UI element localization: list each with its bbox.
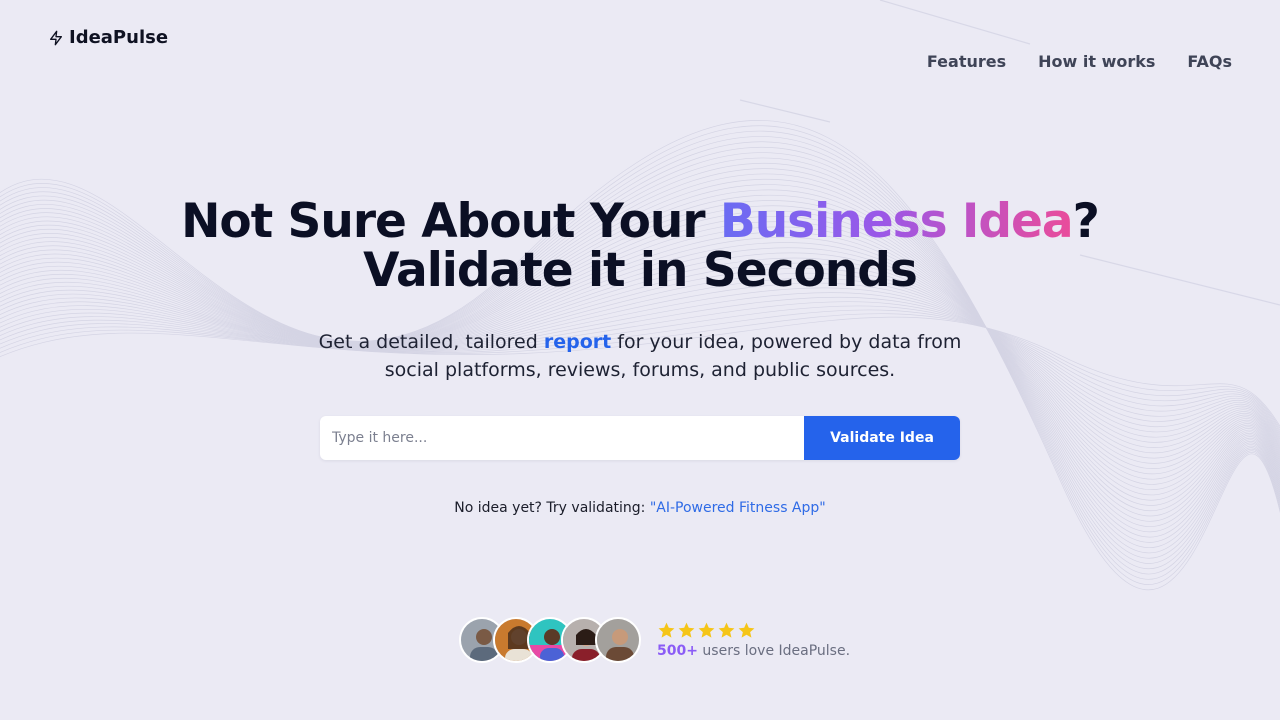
rating-block: 500+ users love IdeaPulse. xyxy=(657,621,850,659)
users-love-text: 500+ users love IdeaPulse. xyxy=(657,643,850,659)
avatar xyxy=(595,617,641,663)
star-rating xyxy=(657,621,850,640)
idea-search-bar: Validate Idea xyxy=(320,416,960,460)
hero-subtitle: Get a detailed, tailored report for your… xyxy=(0,328,1280,384)
subtitle-text: Get a detailed, tailored xyxy=(318,331,544,353)
subtitle-text-cont: for your idea, powered by data from xyxy=(611,331,962,353)
user-avatars xyxy=(459,617,641,663)
wave-line xyxy=(0,272,1280,450)
validate-idea-button[interactable]: Validate Idea xyxy=(804,416,960,460)
wave-line xyxy=(0,267,1280,452)
suggestion-link[interactable]: "AI-Powered Fitness App" xyxy=(650,500,826,516)
nav-faqs-link[interactable]: FAQs xyxy=(1187,52,1232,71)
star-icon xyxy=(658,622,675,638)
star-icon xyxy=(718,622,735,638)
social-proof: 500+ users love IdeaPulse. xyxy=(459,617,850,663)
suggestion-text: No idea yet? Try validating: "AI-Powered… xyxy=(0,500,1280,516)
wave-line xyxy=(0,287,1280,443)
top-nav: Features How it works FAQs xyxy=(927,52,1232,71)
bolt-icon xyxy=(48,30,64,46)
hero-title-question-mark: ? xyxy=(1072,194,1100,249)
users-love-label: users love IdeaPulse. xyxy=(697,643,851,659)
nav-features-link[interactable]: Features xyxy=(927,52,1006,71)
user-count: 500+ xyxy=(657,643,698,659)
hero-title-line2: Validate it in Seconds xyxy=(363,243,918,298)
suggestion-prefix: No idea yet? Try validating: xyxy=(454,500,650,516)
wave-line xyxy=(0,277,1280,447)
subtitle-line2: social platforms, reviews, forums, and p… xyxy=(384,359,896,381)
hero-title-text: Not Sure About Your xyxy=(181,194,720,249)
star-icon xyxy=(738,622,755,638)
hero-title: Not Sure About Your Business Idea? Valid… xyxy=(0,197,1280,295)
star-icon xyxy=(678,622,695,638)
hero-title-highlight: Business Idea xyxy=(719,194,1074,249)
idea-input[interactable] xyxy=(320,416,804,460)
nav-how-it-works-link[interactable]: How it works xyxy=(1038,52,1155,71)
hero-title-line1: Not Sure About Your Business Idea? xyxy=(181,194,1100,249)
subtitle-highlight: report xyxy=(543,331,612,353)
star-icon xyxy=(698,622,715,638)
wave-line xyxy=(0,262,1280,454)
wave-line xyxy=(0,282,1280,445)
brand-logo[interactable]: IdeaPulse xyxy=(48,27,168,48)
brand-name: IdeaPulse xyxy=(69,27,169,48)
